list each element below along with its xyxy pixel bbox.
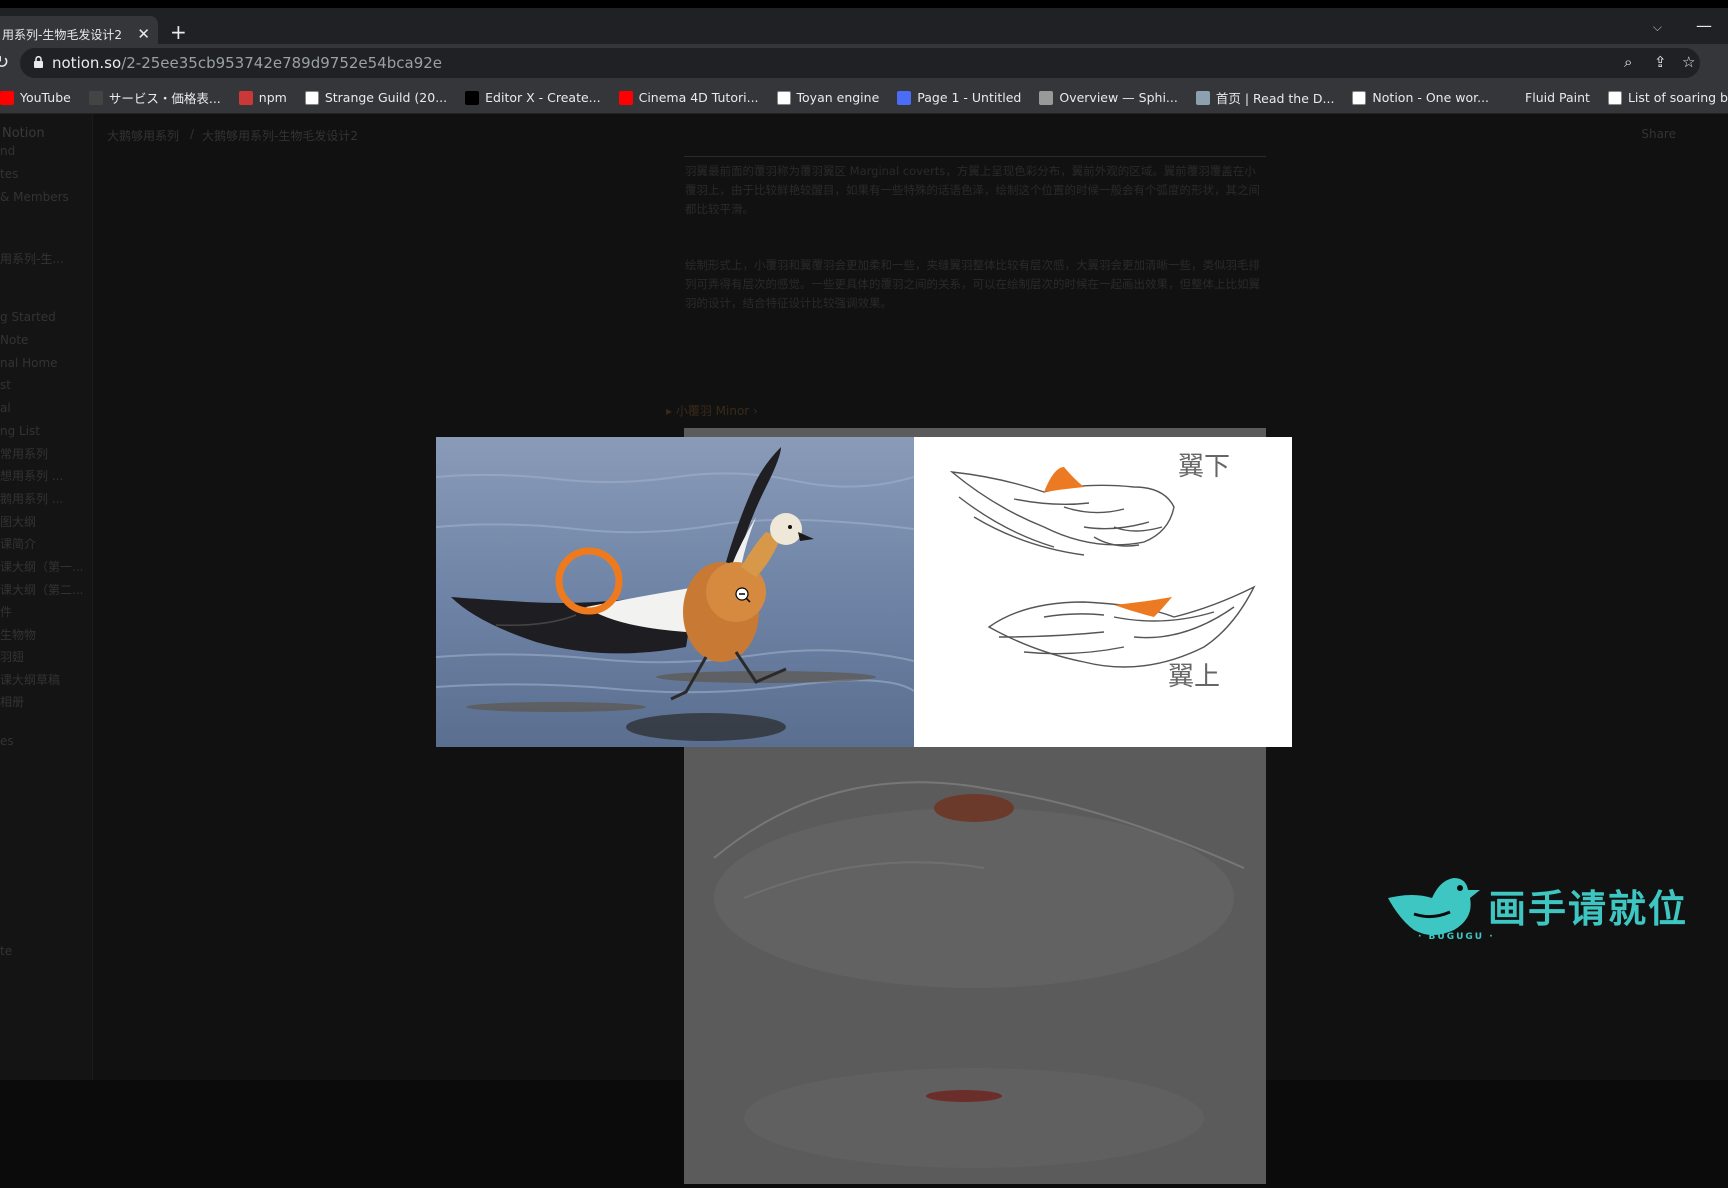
sidebar-item[interactable]: tes [0, 167, 18, 181]
editorx-icon [465, 90, 480, 105]
sidebar-item[interactable]: ng List [0, 424, 40, 438]
bookmark-item[interactable]: Overview — Sphi... [1039, 90, 1178, 105]
breadcrumb-current[interactable]: 大鹅够用系列-生物毛发设计2 [202, 127, 358, 144]
breadcrumb-parent[interactable]: 大鹅够用系列 [107, 127, 179, 144]
layers-icon [897, 90, 912, 105]
npm-icon [238, 90, 253, 105]
bookmarks-bar: YouTube サービス・価格表... npm Strange Guild (20..… [0, 82, 1728, 114]
sidebar-item[interactable]: al [0, 401, 11, 415]
bookmark-item[interactable]: Toyan engine [776, 90, 880, 105]
lock-icon[interactable] [34, 56, 43, 68]
bookmark-item[interactable]: Page 1 - Untitled [897, 90, 1021, 105]
sidebar-item[interactable]: 课大纲（第二... [0, 581, 83, 598]
sidebar-item[interactable]: 常用系列 [0, 445, 48, 462]
sidebar-item[interactable]: 课大纲草稿 [0, 671, 60, 688]
toyan-icon [776, 90, 791, 105]
price-icon [88, 90, 103, 105]
close-tab-icon[interactable]: ✕ [137, 25, 150, 43]
youtube-icon [618, 90, 633, 105]
bookmark-item[interactable]: Cinema 4D Tutori... [618, 90, 759, 105]
wikipedia-icon [1607, 90, 1622, 105]
sidebar-item[interactable]: es [0, 734, 14, 748]
bookmark-label: サービス・価格表... [108, 91, 221, 106]
sidebar-item[interactable]: st [0, 378, 11, 392]
tab-title: 用系列-生物毛发设计2 [2, 27, 122, 42]
sidebar-item[interactable]: te [0, 944, 12, 958]
bookmark-label: Notion - One wor... [1372, 90, 1490, 105]
sidebar-item[interactable]: 想用系列 ... [0, 467, 63, 484]
image-lightbox[interactable]: 翼下 翼上 [436, 437, 1292, 747]
notion-icon [1352, 90, 1367, 105]
workspace-name[interactable]: Notion [2, 126, 45, 141]
sidebar-item[interactable]: g Started [0, 310, 56, 324]
watermark-subtext: · BUGUGU · [1418, 932, 1495, 942]
address-bar: ↻ notion.so/2-25ee35cb953742e789d9752e54… [0, 44, 1728, 82]
wing-sketch: 翼下 翼上 [914, 437, 1292, 747]
sphinx-icon [1039, 90, 1054, 105]
url-input[interactable]: notion.so/2-25ee35cb953742e789d9752e54bc… [20, 48, 1700, 78]
bookmark-label: Overview — Sphi... [1059, 90, 1178, 105]
sidebar-item[interactable]: nal Home [0, 356, 58, 370]
sidebar-item[interactable]: 生物物 [0, 626, 36, 643]
bookmark-star-icon[interactable]: ☆ [1682, 53, 1695, 71]
duck-landing-photo [436, 437, 914, 747]
divider [684, 156, 1266, 157]
share-page-icon[interactable]: ⇪ [1654, 53, 1667, 71]
watermark-logo: 画手请就位 · BUGUGU · [1384, 868, 1704, 948]
wing-sketch-drawing: 翼下 翼上 [949, 452, 1256, 692]
bookmark-label: Cinema 4D Tutori... [638, 90, 759, 105]
bookmark-item[interactable]: 首页 | Read the D... [1195, 88, 1335, 107]
notion-sidebar: Notion nd tes & Members 用系列-生... g Started No… [0, 114, 93, 1080]
readthedocs-icon [1195, 90, 1210, 105]
bookmark-label: 首页 | Read the D... [1215, 91, 1335, 106]
share-button[interactable]: Share [1641, 127, 1676, 141]
sidebar-item[interactable]: 图大纲 [0, 513, 36, 530]
bookmark-item[interactable]: npm [238, 90, 287, 105]
bookmark-label: Strange Guild (20... [324, 90, 448, 105]
sidebar-item[interactable]: Note [0, 333, 28, 347]
sketch-label-bottom: 翼上 [1168, 662, 1220, 692]
sidebar-item[interactable]: 用系列-生... [0, 250, 64, 267]
breadcrumb-separator: / [190, 127, 195, 141]
strange-guild-icon [304, 90, 319, 105]
tab-search-icon[interactable]: ⌵ [1653, 20, 1662, 35]
tab-bar: 用系列-生物毛发设计2 ✕ + ⌵ — [0, 0, 1728, 52]
sidebar-item[interactable]: & Members [0, 190, 69, 204]
sidebar-item[interactable]: nd [0, 144, 15, 158]
reload-icon[interactable]: ↻ [0, 52, 9, 73]
bookmark-item[interactable]: Editor X - Create... [465, 90, 601, 105]
sidebar-item[interactable]: 相册 [0, 693, 24, 710]
sidebar-item[interactable]: 课大纲（第一... [0, 558, 83, 575]
bookmark-item[interactable]: List of soaring bir... [1607, 90, 1728, 105]
paragraph: 羽翼最前面的覆羽称为覆羽翼区 Marginal coverts，方翼上呈现色彩分… [685, 164, 1260, 216]
sketch-label-top: 翼下 [1178, 452, 1230, 482]
bookmark-label: npm [258, 90, 287, 105]
bookmark-item[interactable]: Strange Guild (20... [304, 90, 448, 105]
bookmark-label: Editor X - Create... [485, 90, 601, 105]
bookmark-label: Fluid Paint [1525, 90, 1590, 105]
bookmark-item[interactable]: Notion - One wor... [1352, 90, 1489, 105]
minimize-icon[interactable]: — [1696, 16, 1712, 35]
zoom-icon[interactable]: ⌕ [1624, 53, 1632, 71]
bookmark-label: YouTube [20, 90, 71, 105]
bookmark-label: Page 1 - Untitled [917, 90, 1022, 105]
sidebar-item[interactable]: 件 [0, 603, 12, 620]
watermark-text: 画手请就位 [1488, 887, 1689, 931]
sidebar-item[interactable]: 课简介 [0, 535, 36, 552]
sidebar-item[interactable]: 羽翅 [0, 648, 24, 665]
bookmark-item[interactable]: サービス・価格表... [88, 88, 221, 107]
sidebar-item[interactable]: 鹅用系列 ... [0, 490, 63, 507]
url-text: notion.so/2-25ee35cb953742e789d9752e54bc… [52, 54, 443, 72]
bookmark-label: Toyan engine [796, 90, 880, 105]
youtube-icon [0, 90, 14, 105]
bookmark-item[interactable]: YouTube [0, 90, 71, 105]
paragraph: 绘制形式上，小覆羽和翼覆羽会更加柔和一些，夹缝翼羽整体比较有层次感，大翼羽会更加… [685, 258, 1260, 310]
bookmark-item[interactable]: Fluid Paint [1525, 90, 1590, 105]
new-tab-icon[interactable]: + [170, 20, 187, 44]
bookmark-label: List of soaring bir... [1627, 90, 1728, 105]
toggle-block[interactable]: ▸ 小覆羽 Minor › [666, 402, 758, 419]
